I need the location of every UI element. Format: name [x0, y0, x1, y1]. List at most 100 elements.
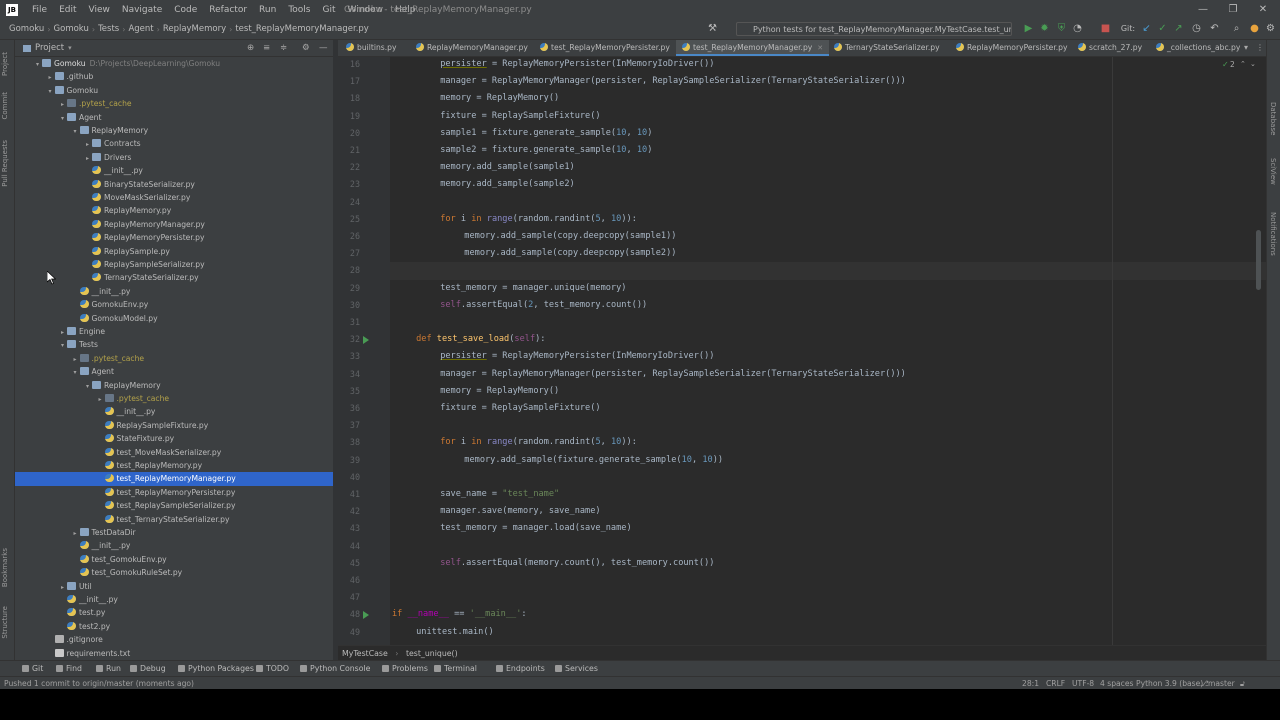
line-number[interactable]: 18 — [338, 90, 360, 107]
tree-folder-item[interactable]: ▸ .github — [15, 70, 333, 83]
breadcrumb-item[interactable]: ReplayMemory — [160, 24, 229, 34]
chevron-down-icon[interactable]: ▾ — [71, 125, 80, 138]
chevron-down-icon[interactable]: ▾ — [58, 112, 67, 125]
push-icon[interactable]: ↗ — [1172, 22, 1185, 35]
tree-folder-item[interactable]: ▾ Gomoku D:\Projects\DeepLearning\Gomoku — [15, 57, 333, 70]
tree-file-item[interactable]: ReplayMemoryPersister.py — [15, 231, 333, 244]
chevron-down-icon[interactable]: ▾ — [68, 44, 72, 52]
line-number[interactable]: 43 — [338, 520, 360, 537]
git-branch[interactable]: master — [1208, 677, 1235, 689]
tree-folder-item[interactable]: ▾ Agent — [15, 111, 333, 124]
run-test-gutter-icon[interactable] — [363, 335, 369, 344]
pull-requests-tool-button[interactable]: Pull Requests — [1, 140, 9, 187]
menu-run[interactable]: Run — [253, 5, 282, 15]
tree-folder-item[interactable]: ▾ Tests — [15, 338, 333, 351]
tree-file-item[interactable]: requirements.txt — [15, 647, 333, 660]
tree-file-item[interactable]: StateFixture.py — [15, 432, 333, 445]
breadcrumb-item[interactable]: Gomoku — [51, 24, 92, 34]
line-number[interactable]: 27 — [338, 245, 360, 262]
line-number[interactable]: 46 — [338, 572, 360, 589]
coverage-icon[interactable]: ⛨ — [1055, 22, 1068, 35]
line-number[interactable]: 25 — [338, 211, 360, 228]
tool-window-terminal[interactable]: Terminal — [434, 661, 477, 677]
caret-position[interactable]: 28:1 — [1022, 677, 1039, 689]
tree-file-item[interactable]: test_TernaryStateSerializer.py — [15, 513, 333, 526]
menu-view[interactable]: View — [83, 5, 116, 15]
tree-file-item[interactable]: ReplaySampleFixture.py — [15, 419, 333, 432]
commit-tool-button[interactable]: Commit — [1, 92, 9, 120]
line-number[interactable]: 23 — [338, 176, 360, 193]
chevron-right-icon[interactable]: ▸ — [58, 581, 67, 594]
tree-file-item[interactable]: __init__.py — [15, 164, 333, 177]
search-icon[interactable]: ⌕ — [1230, 22, 1243, 35]
tree-file-item[interactable]: GomokuModel.py — [15, 312, 333, 325]
menu-git[interactable]: Git — [316, 5, 341, 15]
close-tab-icon[interactable]: ✕ — [817, 44, 823, 52]
menu-tools[interactable]: Tools — [282, 5, 316, 15]
tree-folder-item[interactable]: ▸ Contracts — [15, 137, 333, 150]
line-number[interactable]: 41 — [338, 486, 360, 503]
editor-tab[interactable]: scratch_27.py — [1072, 40, 1148, 56]
tree-file-item[interactable]: test.py — [15, 606, 333, 619]
run-configuration-select[interactable]: Python tests for test_ReplayMemoryManage… — [736, 22, 1012, 36]
line-number[interactable]: 20 — [338, 125, 360, 142]
tree-file-item[interactable]: .gitignore — [15, 633, 333, 646]
tool-window-python-packages[interactable]: Python Packages — [178, 661, 254, 677]
tree-folder-item[interactable]: ▸ .pytest_cache — [15, 97, 333, 110]
gear-icon[interactable]: ⚙ — [302, 43, 310, 53]
line-separator[interactable]: CRLF — [1046, 677, 1065, 689]
editor-tab[interactable]: ReplayMemoryManager.py — [410, 40, 534, 56]
line-number[interactable]: 16 — [338, 56, 360, 73]
menu-code[interactable]: Code — [168, 5, 203, 15]
updates-icon[interactable]: ● — [1248, 22, 1261, 35]
notifications-tool-button[interactable]: Notifications — [1269, 212, 1277, 256]
tree-file-item[interactable]: test_ReplayMemoryManager.py — [15, 472, 333, 486]
settings-icon[interactable]: ⚙ — [1264, 22, 1277, 35]
line-number[interactable]: 22 — [338, 159, 360, 176]
editor-scrollbar[interactable] — [1254, 80, 1262, 640]
tree-file-item[interactable]: test_ReplaySampleSerializer.py — [15, 499, 333, 512]
collapse-all-icon[interactable]: ≑ — [280, 43, 287, 53]
tree-file-item[interactable]: GomokuEnv.py — [15, 298, 333, 311]
tool-window-endpoints[interactable]: Endpoints — [496, 661, 545, 677]
chevron-right-icon[interactable]: ▸ — [58, 98, 67, 111]
tree-folder-item[interactable]: ▾ ReplayMemory — [15, 124, 333, 137]
structure-tool-button[interactable]: Structure — [1, 606, 9, 639]
tree-file-item[interactable]: MoveMaskSerializer.py — [15, 191, 333, 204]
tree-file-item[interactable]: test_GomokuEnv.py — [15, 553, 333, 566]
line-number[interactable]: 30 — [338, 297, 360, 314]
debug-icon[interactable]: ✹ — [1038, 22, 1051, 35]
editor-tab[interactable]: TernaryStateSerializer.py — [828, 40, 946, 56]
tree-file-item[interactable]: __init__.py — [15, 405, 333, 418]
tree-file-item[interactable]: ReplayMemory.py — [15, 204, 333, 217]
menu-refactor[interactable]: Refactor — [203, 5, 253, 15]
update-project-icon[interactable]: ↙ — [1140, 22, 1153, 35]
line-number[interactable]: 47 — [338, 589, 360, 606]
minimize-icon[interactable]: — — [1188, 0, 1218, 19]
editor-tab[interactable]: builtins.py — [340, 40, 402, 56]
tool-window-problems[interactable]: Problems — [382, 661, 428, 677]
project-panel-title[interactable]: Project — [35, 43, 64, 53]
tree-folder-item[interactable]: ▾ Gomoku — [15, 84, 333, 97]
tab-overflow-icon[interactable]: ▾ — [1244, 43, 1248, 52]
line-number[interactable]: 29 — [338, 280, 360, 297]
tree-file-item[interactable]: ReplayMemoryManager.py — [15, 218, 333, 231]
tool-window-find[interactable]: Find — [56, 661, 82, 677]
line-number[interactable]: 36 — [338, 400, 360, 417]
tree-folder-item[interactable]: ▸ .pytest_cache — [15, 392, 333, 405]
tree-file-item[interactable]: test_GomokuRuleSet.py — [15, 566, 333, 579]
stop-icon[interactable]: ■ — [1099, 22, 1112, 35]
status-message[interactable]: Pushed 1 commit to origin/master (moment… — [4, 677, 194, 689]
line-number[interactable]: 42 — [338, 503, 360, 520]
run-icon[interactable]: ▶ — [1022, 22, 1035, 35]
tool-window-python-console[interactable]: Python Console — [300, 661, 370, 677]
tool-window-git[interactable]: Git — [22, 661, 43, 677]
tree-file-item[interactable]: ReplaySampleSerializer.py — [15, 258, 333, 271]
tree-file-item[interactable]: __init__.py — [15, 285, 333, 298]
python-interpreter[interactable]: Python 3.9 (base) — [1136, 677, 1203, 689]
commit-icon[interactable]: ✓ — [1156, 22, 1169, 35]
line-number[interactable]: 26 — [338, 228, 360, 245]
editor-tab[interactable]: _collections_abc.py — [1150, 40, 1246, 56]
chevron-down-icon[interactable]: ▾ — [33, 58, 42, 71]
sciview-tool-button[interactable]: SciView — [1269, 158, 1277, 185]
